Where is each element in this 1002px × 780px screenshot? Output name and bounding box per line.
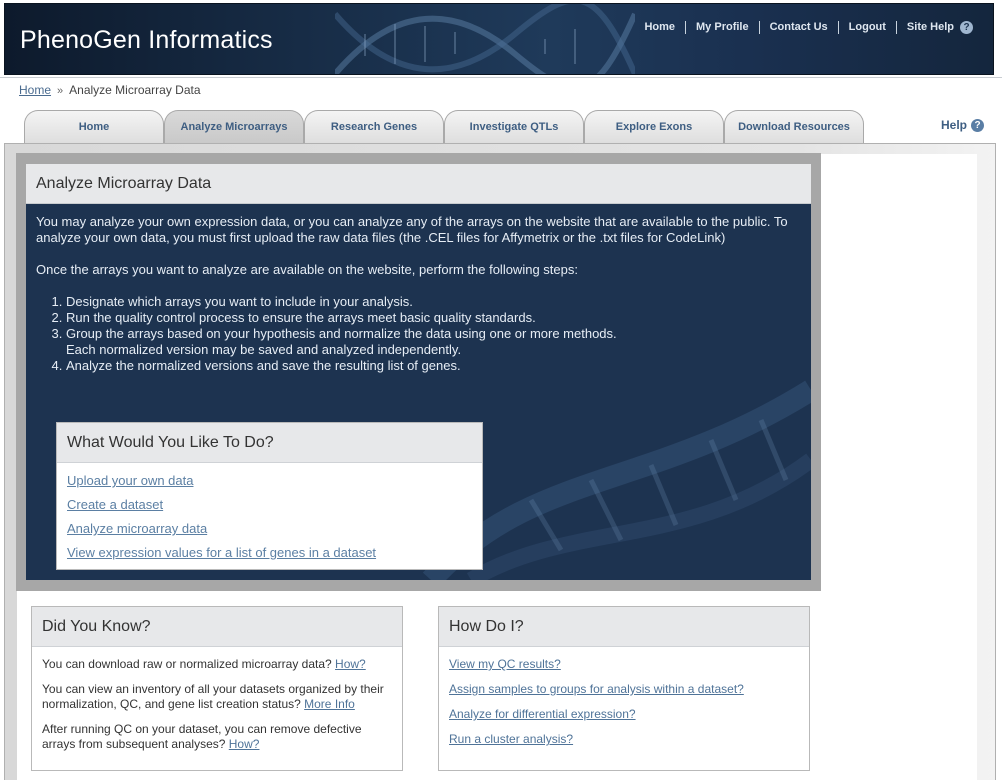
hero-body: You may analyze your own expression data… <box>26 204 811 384</box>
tip-how-link[interactable]: How? <box>229 737 260 751</box>
page-help-label[interactable]: Help <box>941 118 967 132</box>
topnav-contact-us-link[interactable]: Contact Us <box>760 21 839 34</box>
view-expression-values-link[interactable]: View expression values for a list of gen… <box>67 545 376 560</box>
analyze-microarray-link[interactable]: Analyze microarray data <box>67 521 207 536</box>
list-item: Upload your own data <box>67 473 472 489</box>
how-do-i-body: View my QC results? Assign samples to gr… <box>439 647 809 767</box>
steps-list: Designate which arrays you want to inclu… <box>66 294 801 374</box>
tip-text: You can download raw or normalized micro… <box>42 657 336 671</box>
hero-intro: You may analyze your own expression data… <box>36 214 788 245</box>
main-tabs: Home Analyze Microarrays Research Genes … <box>24 110 864 143</box>
todo-box: What Would You Like To Do? Upload your o… <box>56 422 483 570</box>
differential-expression-link[interactable]: Analyze for differential expression? <box>449 707 636 721</box>
create-dataset-link[interactable]: Create a dataset <box>67 497 163 512</box>
list-item: View my QC results? <box>449 657 799 672</box>
did-you-know-card: Did You Know? You can download raw or no… <box>31 606 403 771</box>
cluster-analysis-link[interactable]: Run a cluster analysis? <box>449 732 573 746</box>
topnav-home-link[interactable]: Home <box>634 21 687 34</box>
upload-data-link[interactable]: Upload your own data <box>67 473 193 488</box>
step-item: Designate which arrays you want to inclu… <box>66 294 801 310</box>
tip-item: After running QC on your dataset, you ca… <box>42 722 392 752</box>
help-icon[interactable]: ? <box>960 21 973 34</box>
list-item: Run a cluster analysis? <box>449 732 799 747</box>
tip-item: You can download raw or normalized micro… <box>42 657 392 672</box>
breadcrumb: Home » Analyze Microarray Data <box>19 83 201 97</box>
tab-analyze-microarrays[interactable]: Analyze Microarrays <box>164 110 304 143</box>
todo-title: What Would You Like To Do? <box>57 423 482 463</box>
list-item: Assign samples to groups for analysis wi… <box>449 682 799 697</box>
help-icon[interactable]: ? <box>971 118 984 132</box>
did-you-know-title: Did You Know? <box>32 607 402 647</box>
tab-download-resources[interactable]: Download Resources <box>724 110 864 143</box>
step-item: Run the quality control process to ensur… <box>66 310 801 326</box>
step-item: Analyze the normalized versions and save… <box>66 358 801 374</box>
breadcrumb-separator: » <box>57 85 64 97</box>
how-do-i-title: How Do I? <box>439 607 809 647</box>
assign-samples-link[interactable]: Assign samples to groups for analysis wi… <box>449 682 744 696</box>
breadcrumb-current: Analyze Microarray Data <box>69 83 201 97</box>
header-divider <box>0 77 1002 78</box>
tab-investigate-qtls[interactable]: Investigate QTLs <box>444 110 584 143</box>
hero-steps-intro: Once the arrays you want to analyze are … <box>36 262 578 277</box>
topnav-logout-link[interactable]: Logout <box>839 21 897 34</box>
hero-title: Analyze Microarray Data <box>26 164 811 204</box>
list-item: Analyze microarray data <box>67 521 472 537</box>
how-do-i-card: How Do I? View my QC results? Assign sam… <box>438 606 810 771</box>
step-item: Group the arrays based on your hypothesi… <box>66 326 626 358</box>
topnav-my-profile-link[interactable]: My Profile <box>686 21 760 34</box>
tab-home[interactable]: Home <box>24 110 164 143</box>
breadcrumb-home-link[interactable]: Home <box>19 83 51 97</box>
view-qc-results-link[interactable]: View my QC results? <box>449 657 561 671</box>
site-logo[interactable]: PhenoGen Informatics <box>20 26 273 55</box>
header-banner: PhenoGen Informatics Home My Profile Con… <box>4 3 994 75</box>
did-you-know-body: You can download raw or normalized micro… <box>32 647 402 772</box>
page-help-link[interactable]: Help ? <box>941 118 984 132</box>
list-item: View expression values for a list of gen… <box>67 545 472 561</box>
dna-helix-decoration <box>335 4 635 74</box>
tip-text: After running QC on your dataset, you ca… <box>42 722 362 751</box>
top-navigation: Home My Profile Contact Us Logout Site H… <box>634 21 973 34</box>
tab-research-genes[interactable]: Research Genes <box>304 110 444 143</box>
list-item: Create a dataset <box>67 497 472 513</box>
todo-links: Upload your own data Create a dataset An… <box>57 463 482 579</box>
tip-more-info-link[interactable]: More Info <box>304 697 355 711</box>
tab-explore-exons[interactable]: Explore Exons <box>584 110 724 143</box>
list-item: Analyze for differential expression? <box>449 707 799 722</box>
tip-item: You can view an inventory of all your da… <box>42 682 392 712</box>
tip-how-link[interactable]: How? <box>335 657 366 671</box>
topnav-site-help-link[interactable]: Site Help <box>897 21 960 34</box>
